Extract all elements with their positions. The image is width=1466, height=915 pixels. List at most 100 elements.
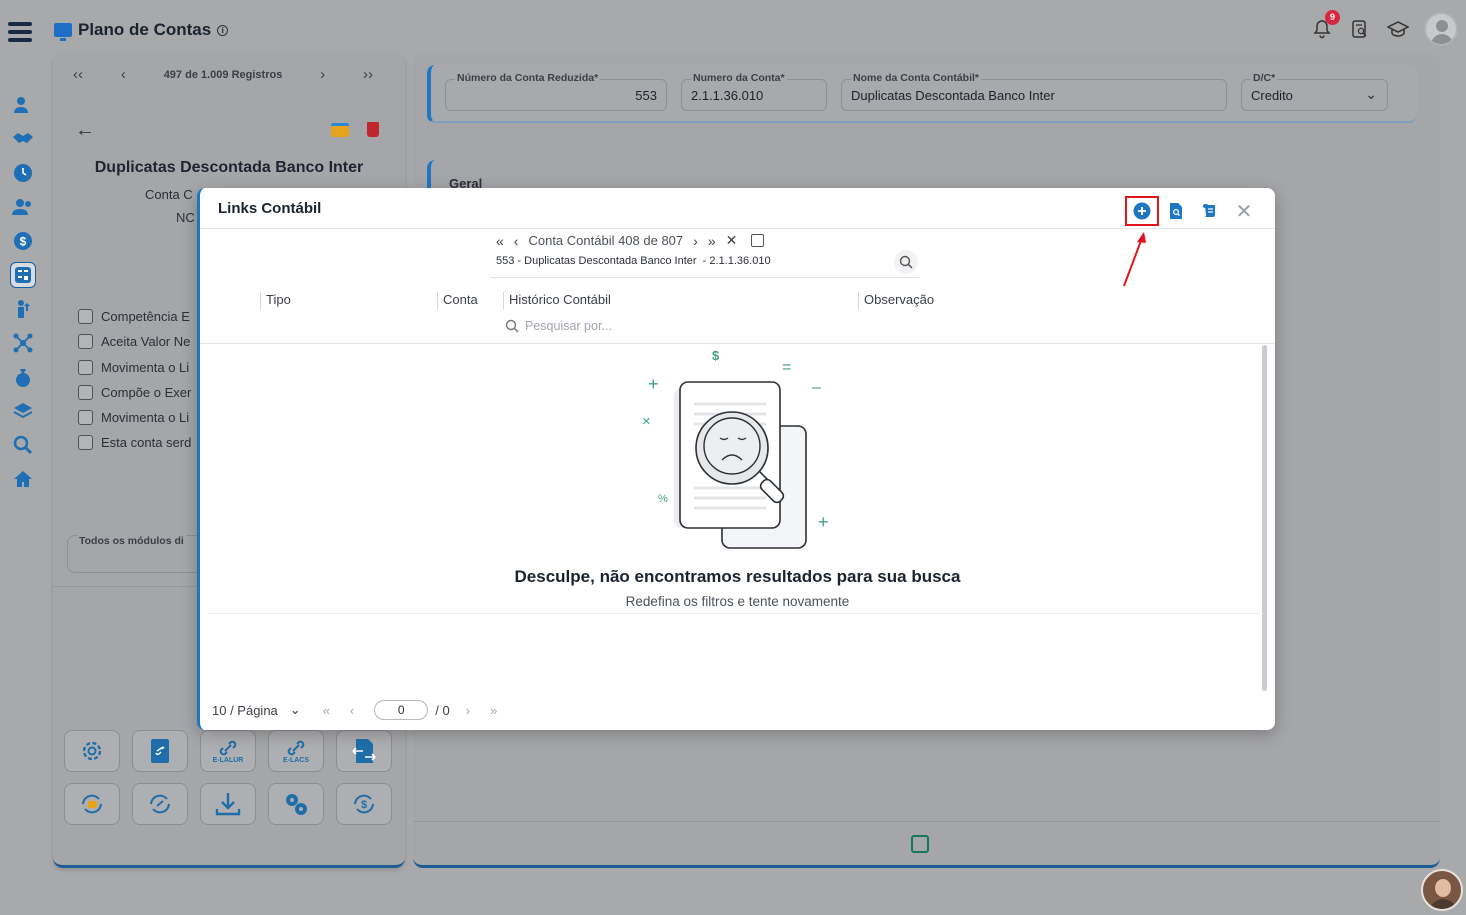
page-input[interactable]: 0 [374, 700, 429, 720]
sync-link-icon [150, 794, 170, 814]
search-icon[interactable] [894, 250, 918, 274]
prev-record-button[interactable]: ‹ [121, 66, 126, 83]
search-icon [505, 319, 519, 333]
support-avatar[interactable] [1421, 869, 1463, 911]
table-search[interactable]: Pesquisar por... [505, 319, 612, 333]
transfer-button[interactable] [336, 730, 392, 772]
column-header-conta[interactable]: Conta [437, 292, 478, 310]
close-nav-icon[interactable]: ✕ [726, 232, 738, 249]
svg-text:$: $ [712, 348, 720, 363]
option-checkbox-row[interactable]: Competência E [78, 309, 190, 324]
nav-handshake-icon[interactable] [10, 126, 36, 152]
account-line-2: NC [176, 210, 195, 225]
last-record-button[interactable]: ›› [363, 66, 373, 83]
next-record-button[interactable]: › [693, 233, 698, 249]
page-size-select[interactable]: 10 / Página [212, 703, 278, 718]
svg-text:–: – [812, 379, 821, 396]
option-checkbox-row[interactable]: Aceita Valor Ne [78, 334, 190, 349]
nav-clock-icon[interactable] [10, 160, 36, 186]
elalur-link-button[interactable]: E-LALUR [200, 730, 256, 772]
checkbox[interactable] [78, 334, 93, 349]
checkbox[interactable] [78, 410, 93, 425]
account-title: Duplicatas Descontada Banco Inter [94, 159, 364, 176]
column-header-tipo[interactable]: Tipo [260, 292, 291, 310]
account-line-1: Conta C [145, 187, 193, 202]
back-arrow-icon[interactable]: ← [75, 119, 95, 142]
nav-money-bag-icon[interactable] [10, 364, 36, 390]
nav-dollar-icon[interactable]: $ [10, 228, 36, 254]
sync-money-icon: $ [354, 794, 374, 814]
close-icon[interactable]: ✕ [1227, 196, 1261, 226]
info-icon[interactable]: i [217, 24, 229, 36]
gears-button[interactable] [268, 783, 324, 825]
prev-page-button[interactable]: ‹ [350, 703, 354, 718]
settings-button[interactable] [64, 730, 120, 772]
option-checkbox-row[interactable]: Movimenta o Li [78, 410, 189, 425]
document-search-button[interactable] [1159, 196, 1193, 226]
nav-user-settings-icon[interactable] [10, 92, 36, 118]
last-page-button[interactable]: » [490, 703, 497, 718]
book-link-button[interactable] [132, 730, 188, 772]
checkbox[interactable] [78, 360, 93, 375]
checkbox-label: Compõe o Exer [101, 385, 192, 400]
nav-users-icon[interactable] [10, 194, 36, 220]
nav-home-icon[interactable] [10, 466, 36, 492]
nav-person-up-icon[interactable] [10, 296, 36, 322]
modules-label: Todos os módulos di [77, 535, 186, 547]
gears-icon [286, 794, 307, 815]
checkbox[interactable] [78, 435, 93, 450]
tool-label: E-LALUR [212, 756, 244, 764]
option-checkbox-row[interactable]: Movimenta o Li [78, 360, 189, 375]
bell-icon[interactable]: 9 [1310, 10, 1340, 41]
report-search-icon[interactable] [1348, 17, 1372, 41]
sync-folder-icon [82, 794, 102, 814]
checkbox-label: Esta conta serd [101, 435, 192, 450]
divider [200, 228, 1275, 229]
first-page-button[interactable]: « [323, 703, 330, 718]
checkbox[interactable] [78, 309, 93, 324]
column-header-observacao[interactable]: Observação [858, 292, 934, 310]
graduation-cap-icon[interactable] [1386, 17, 1410, 41]
empty-results-illustration: $ = + – × % + [642, 348, 829, 549]
scroll-document-button[interactable] [1193, 196, 1227, 226]
divider [200, 343, 1275, 344]
checkbox[interactable] [78, 385, 93, 400]
checkbox-label: Aceita Valor Ne [101, 334, 191, 349]
sync-money-button[interactable]: $ [336, 783, 392, 825]
option-checkbox-row[interactable]: Compõe o Exer [78, 385, 191, 400]
last-record-button[interactable]: » [708, 233, 716, 249]
page-total: / 0 [435, 702, 450, 718]
sync-folder-button[interactable] [64, 783, 120, 825]
option-checkbox-row[interactable]: Esta conta serd [78, 435, 191, 450]
chevron-down-icon[interactable]: ⌄ [290, 702, 301, 718]
next-page-button[interactable]: › [466, 703, 470, 718]
field-value: Duplicatas Descontada Banco Inter [851, 88, 1055, 103]
document-search-icon [1170, 203, 1182, 219]
save-icon[interactable] [911, 835, 929, 853]
add-button[interactable] [1125, 196, 1159, 226]
first-record-button[interactable]: « [496, 233, 504, 249]
elacs-link-button[interactable]: E-LACS [268, 730, 324, 772]
search-placeholder: Pesquisar por... [525, 319, 612, 333]
trash-icon[interactable] [367, 122, 379, 137]
folder-icon[interactable] [331, 123, 349, 137]
account-number-field[interactable]: Numero da Conta* 2.1.1.36.010 [681, 72, 827, 111]
reduced-number-field[interactable]: Número da Conta Reduzida* 553 [445, 72, 667, 111]
nav-calculator-icon[interactable] [10, 262, 36, 288]
nav-layers-icon[interactable] [10, 398, 36, 424]
nav-network-icon[interactable] [10, 330, 36, 356]
column-header-historico[interactable]: Histórico Contábil [503, 292, 611, 310]
first-record-button[interactable]: ‹‹ [73, 66, 83, 83]
prev-record-button[interactable]: ‹ [514, 233, 519, 249]
sync-link-button[interactable] [132, 783, 188, 825]
dc-select[interactable]: D/C* Credito ⌄ [1241, 72, 1388, 111]
menu-icon[interactable] [8, 22, 32, 46]
download-button[interactable] [200, 783, 256, 825]
user-avatar[interactable] [1424, 12, 1458, 46]
scrollbar[interactable] [1262, 345, 1267, 691]
select-checkbox[interactable] [751, 234, 765, 247]
nav-search-icon[interactable] [10, 432, 36, 458]
next-record-button[interactable]: › [320, 66, 325, 83]
account-name-field[interactable]: Nome da Conta Contábil* Duplicatas Desco… [841, 72, 1227, 111]
divider [490, 277, 920, 278]
